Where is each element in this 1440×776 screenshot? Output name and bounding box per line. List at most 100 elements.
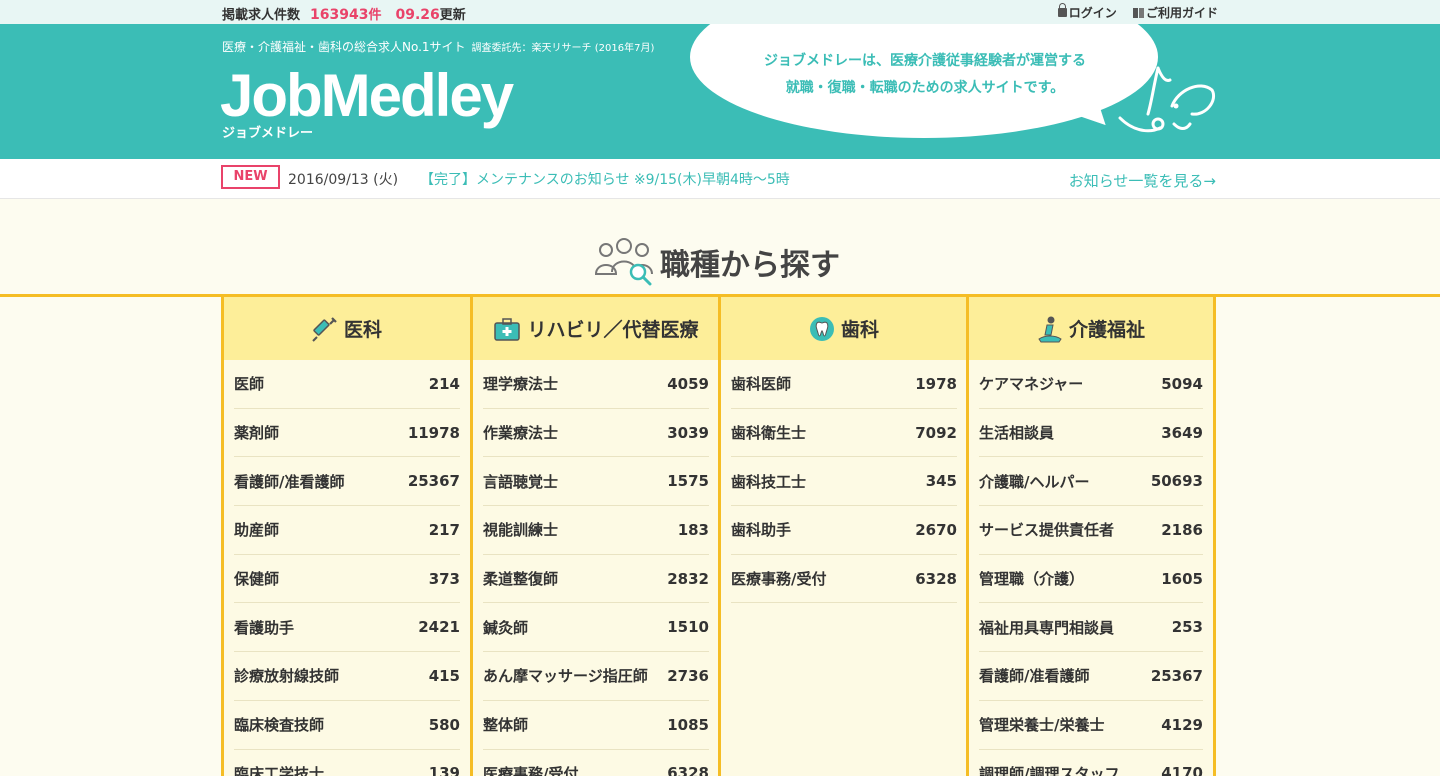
job-name: 助産師 (234, 521, 280, 540)
top-bar: 掲載求人件数 163943件 09.26更新 ログイン ご利用ガイド (0, 0, 1440, 24)
medical-kit-icon (493, 316, 521, 342)
category-title: 歯科 (840, 319, 879, 341)
tooth-icon (809, 315, 835, 343)
job-item[interactable]: 薬剤師 11978 (234, 409, 460, 458)
job-item[interactable]: 介護職/ヘルパー 50693 (979, 457, 1203, 507)
job-name: 生活相談員 (979, 424, 1055, 443)
job-item[interactable]: 鍼灸師 1510 (483, 603, 709, 653)
job-item[interactable]: 臨床工学技士 139 (234, 750, 460, 776)
job-count: 掲載求人件数 163943件 09.26更新 (222, 4, 466, 23)
job-name: 歯科衛生士 (731, 424, 807, 443)
job-name: 看護師/准看護師 (234, 472, 345, 491)
job-item[interactable]: 整体師 1085 (483, 701, 709, 750)
job-item[interactable]: 管理職（介護） 1605 (979, 555, 1203, 604)
job-count: 4170 (1161, 764, 1203, 776)
job-item[interactable]: 管理栄養士/栄養士 4129 (979, 701, 1203, 750)
speech-bubble-text: ジョブメドレーは、医療介護従事経験者が運営する 就職・復職・転職のための求人サイ… (700, 48, 1150, 102)
job-item[interactable]: 福祉用具専門相談員 253 (979, 603, 1203, 653)
job-name: 言語聴覚士 (483, 472, 559, 491)
job-list: 医師 214 薬剤師 11978 看護師/准看護師 25367 助産師 217 保健師 373 看護… (224, 360, 470, 776)
job-name: 看護助手 (234, 618, 295, 637)
job-item[interactable]: 医療事務/受付 6328 (483, 750, 709, 776)
category-column: リハビリ／代替医療 理学療法士 4059 作業療法士 3039 言語聴覚士 1575 視能訓練… (470, 297, 719, 776)
job-count: 3039 (667, 423, 709, 442)
job-count: 6328 (915, 569, 957, 588)
job-item[interactable]: 助産師 217 (234, 506, 460, 555)
news-date: 2016/09/13 (火) (288, 172, 399, 188)
job-count: 25367 (407, 472, 460, 491)
login-label: ログイン (1068, 6, 1117, 20)
job-count: 183 (677, 520, 709, 539)
job-name: ケアマネジャー (979, 375, 1084, 394)
job-count: 7092 (915, 423, 957, 442)
job-item[interactable]: 柔道整復師 2832 (483, 555, 709, 604)
job-name: 整体師 (483, 716, 529, 735)
job-count-unit: 件 (368, 8, 382, 23)
job-name: あん摩マッサージ指圧師 (483, 667, 648, 686)
job-item[interactable]: 臨床検査技師 580 (234, 701, 460, 750)
tagline-source: 調査委託先：楽天リサーチ (2016年7月) (471, 43, 655, 54)
job-name: 看護師/准看護師 (979, 667, 1090, 686)
job-item[interactable]: 診療放射線技師 415 (234, 652, 460, 701)
job-count: 4059 (667, 374, 709, 393)
job-item[interactable]: 歯科技工士 345 (731, 457, 957, 507)
job-item[interactable]: 理学療法士 4059 (483, 360, 709, 409)
login-link[interactable]: ログイン (1057, 3, 1117, 20)
job-name: 福祉用具専門相談員 (979, 618, 1115, 637)
job-item[interactable]: 歯科助手 2670 (731, 506, 957, 555)
job-name: 視能訓練士 (483, 521, 559, 540)
bubble-line-2: 就職・復職・転職のための求人サイトです。 (785, 80, 1065, 96)
job-item[interactable]: 生活相談員 3649 (979, 409, 1203, 458)
site-logo[interactable]: JobMedley (220, 64, 514, 128)
job-item[interactable]: 作業療法士 3039 (483, 409, 709, 458)
category-header[interactable]: リハビリ／代替医療 (473, 297, 719, 360)
job-count-number: 163943 (310, 7, 369, 23)
news-list-link[interactable]: お知らせ一覧を見る→ (1069, 170, 1216, 191)
job-count: 1085 (667, 715, 709, 734)
category-column: 歯科歯科医師 1978 歯科衛生士 7092 歯科技工士 345 歯科助手 2670 医療事務/… (718, 297, 967, 776)
job-count: 217 (428, 520, 460, 539)
news-link[interactable]: 【完了】メンテナンスのお知らせ ※9/15(木)早朝4時〜5時 (420, 169, 790, 189)
job-count: 6328 (667, 764, 709, 776)
category-header[interactable]: 歯科 (721, 297, 967, 360)
job-list: 理学療法士 4059 作業療法士 3039 言語聴覚士 1575 視能訓練士 183 柔道整復師… (473, 360, 719, 776)
job-item[interactable]: 言語聴覚士 1575 (483, 457, 709, 507)
guide-link[interactable]: ご利用ガイド (1132, 6, 1218, 20)
mascot-icon (1118, 66, 1215, 133)
job-item[interactable]: 保健師 373 (234, 555, 460, 604)
job-item[interactable]: ケアマネジャー 5094 (979, 360, 1203, 409)
job-item[interactable]: 調理師/調理スタッフ 4170 (979, 750, 1203, 776)
job-name: 医療事務/受付 (731, 570, 827, 589)
job-name: 歯科医師 (731, 375, 792, 394)
job-item[interactable]: 歯科医師 1978 (731, 360, 957, 409)
job-item[interactable]: あん摩マッサージ指圧師 2736 (483, 652, 709, 701)
top-links: ログイン ご利用ガイド (1046, 3, 1218, 21)
job-name: 診療放射線技師 (234, 667, 340, 686)
job-list: 歯科医師 1978 歯科衛生士 7092 歯科技工士 345 歯科助手 2670 医療事務/受付… (721, 360, 967, 604)
job-name: 柔道整復師 (483, 570, 559, 589)
job-name: 歯科助手 (731, 521, 792, 540)
job-count: 415 (428, 666, 460, 685)
category-header[interactable]: 医科 (224, 297, 470, 360)
job-item[interactable]: 看護師/准看護師 25367 (234, 457, 460, 507)
job-item[interactable]: 医師 214 (234, 360, 460, 409)
tagline: 医療・介護福祉・歯科の総合求人No.1サイト 調査委託先：楽天リサーチ (2016… (222, 38, 654, 55)
job-count: 345 (925, 472, 957, 491)
job-item[interactable]: 歯科衛生士 7092 (731, 409, 957, 458)
job-count: 11978 (407, 423, 460, 442)
job-count-label: 掲載求人件数 (222, 8, 301, 23)
job-item[interactable]: 視能訓練士 183 (483, 506, 709, 555)
job-count: 214 (428, 374, 460, 393)
job-count: 580 (428, 715, 460, 734)
job-item[interactable]: 看護師/准看護師 25367 (979, 652, 1203, 701)
job-count: 2670 (915, 520, 957, 539)
job-name: 臨床工学技士 (234, 764, 325, 776)
category-header[interactable]: 介護福祉 (969, 297, 1213, 360)
new-badge: NEW (221, 165, 280, 189)
job-count: 2736 (667, 666, 709, 685)
job-count: 1978 (915, 374, 957, 393)
category-column: 医科 医師 214 薬剤師 11978 看護師/准看護師 25367 助産師 217 保健師 373… (221, 297, 470, 776)
job-item[interactable]: 看護助手 2421 (234, 603, 460, 653)
job-item[interactable]: サービス提供責任者 2186 (979, 506, 1203, 555)
job-item[interactable]: 医療事務/受付 6328 (731, 555, 957, 604)
